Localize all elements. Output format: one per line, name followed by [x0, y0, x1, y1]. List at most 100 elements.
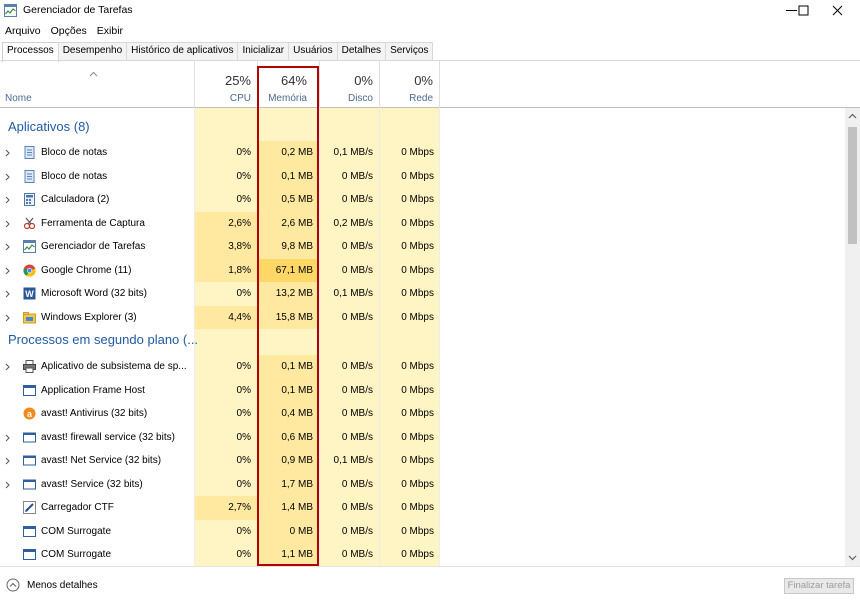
memory-value: 67,1 MB — [275, 264, 313, 276]
process-row[interactable]: Bloco de notas 0% 0,2 MB 0,1 MB/s 0 Mbps — [0, 141, 845, 165]
column-network[interactable]: 0% Rede — [379, 61, 440, 108]
disk-value: 0 MB/s — [341, 194, 373, 205]
scroll-thumb[interactable] — [848, 127, 857, 244]
memory-value: 0,1 MB — [281, 170, 313, 182]
chevron-right-icon[interactable] — [5, 314, 10, 322]
disk-value: 0 MB/s — [341, 525, 373, 537]
cpu-value: 2,6% — [228, 217, 251, 229]
cpu-value: 0% — [236, 478, 251, 490]
network-value: 0 Mbps — [401, 194, 434, 205]
end-task-button[interactable]: Finalizar tarefa — [784, 578, 854, 594]
process-row[interactable]: a avast! Antivirus (32 bits) 0% 0,4 MB 0 MB/… — [0, 402, 845, 426]
cpu-value: 0% — [236, 408, 251, 419]
memory-value: 0,1 MB — [281, 361, 313, 372]
process-name: COM Surrogate — [41, 525, 112, 537]
column-name[interactable]: Nome — [5, 93, 32, 104]
process-row[interactable]: avast! Service (32 bits) 0% 1,7 MB 0 MB/s 0 … — [0, 472, 845, 496]
network-value: 0 Mbps — [401, 361, 434, 372]
tab-historico[interactable]: Histórico de aplicativos — [126, 42, 239, 61]
chevron-right-icon[interactable] — [5, 290, 10, 298]
menu-exibir[interactable]: Exibir — [92, 22, 128, 40]
disk-value: 0 MB/s — [341, 311, 373, 323]
svg-text:W: W — [25, 289, 34, 299]
process-row[interactable]: Google Chrome (11) 1,8% 67,1 MB 0 MB/s 0 Mbp… — [0, 258, 845, 282]
cpu-value: 4,4% — [228, 311, 251, 323]
process-row[interactable]: Aplicativo de subsistema de sp... 0% 0,1 M… — [0, 355, 845, 379]
group-title: Processos em segundo plano (... — [8, 332, 199, 347]
scroll-down-icon[interactable] — [848, 555, 857, 561]
column-cpu[interactable]: 25% CPU — [194, 61, 257, 108]
column-disk[interactable]: 0% Disco — [319, 61, 379, 108]
chevron-right-icon[interactable] — [5, 149, 10, 157]
process-row[interactable]: Gerenciador de Tarefas 3,8% 9,8 MB 0 MB/s 0 … — [0, 235, 845, 259]
menu-opcoes[interactable]: Opções — [46, 22, 92, 40]
process-name: avast! Net Service (32 bits) — [41, 455, 162, 466]
memory-value: 0,4 MB — [281, 408, 313, 419]
close-button[interactable] — [814, 0, 860, 21]
disk-value: 0 MB/s — [341, 431, 373, 443]
disk-label: Disco — [347, 93, 373, 104]
service-icon — [23, 479, 36, 489]
process-list: Aplicativos (8) Bloco de notas 0% 0,2 MB 0,1… — [0, 108, 845, 566]
cpu-value: 2,7% — [228, 502, 251, 513]
menu-arquivo[interactable]: Arquivo — [0, 22, 46, 40]
cpu-value: 0% — [236, 549, 251, 560]
process-row[interactable]: Windows Explorer (3) 4,4% 15,8 MB 0 MB/s 0 M… — [0, 305, 845, 329]
tab-desempenho[interactable]: Desempenho — [57, 42, 128, 61]
disk-value: 0,1 MB/s — [333, 455, 373, 466]
process-row[interactable]: COM Surrogate 0% 1,1 MB 0 MB/s 0 Mbps — [0, 543, 845, 566]
chevron-right-icon[interactable] — [5, 196, 10, 204]
tab-usuarios[interactable]: Usuários — [288, 42, 338, 61]
chevron-right-icon[interactable] — [5, 481, 10, 489]
tab-processos[interactable]: Processos — [2, 42, 59, 62]
column-header: Nome 25% CPU 64% Memória 0% Disco 0% Red… — [0, 61, 860, 108]
chevron-right-icon[interactable] — [5, 220, 10, 228]
cpu-value: 1,8% — [228, 264, 251, 276]
explorer-icon — [23, 311, 36, 323]
process-name: Ferramenta de Captura — [41, 217, 145, 229]
scroll-up-icon[interactable] — [848, 113, 857, 119]
memory-value: 1,1 MB — [281, 549, 313, 560]
process-row[interactable]: COM Surrogate 0% 0 MB 0 MB/s 0 Mbps — [0, 519, 845, 543]
process-name: Windows Explorer (3) — [41, 311, 137, 323]
process-row[interactable]: avast! firewall service (32 bits) 0% 0,6 M… — [0, 425, 845, 449]
process-row[interactable]: Bloco de notas 0% 0,1 MB 0 MB/s 0 Mbps — [0, 164, 845, 188]
less-details-link[interactable]: Menos detalhes — [27, 580, 98, 591]
process-row[interactable]: Application Frame Host 0% 0,1 MB 0 MB/s 0 Mb… — [0, 378, 845, 402]
network-value: 0 Mbps — [401, 478, 434, 490]
process-row[interactable]: Ferramenta de Captura 2,6% 2,6 MB 0,2 MB/s 0… — [0, 211, 845, 235]
process-name: Gerenciador de Tarefas — [41, 241, 146, 252]
tab-detalhes[interactable]: Detalhes — [336, 42, 387, 61]
sort-ascending-icon[interactable] — [89, 71, 98, 77]
chevron-right-icon[interactable] — [5, 457, 10, 465]
cpu-value: 0% — [236, 288, 251, 299]
chevron-right-icon[interactable] — [5, 173, 10, 181]
chevron-right-icon[interactable] — [5, 363, 10, 371]
column-memory[interactable]: 64% Memória — [257, 61, 319, 108]
chevron-right-icon[interactable] — [5, 267, 10, 275]
process-name: Calculadora (2) — [41, 194, 110, 205]
tab-inicializar[interactable]: Inicializar — [237, 42, 290, 61]
group-header[interactable]: Aplicativos (8) — [0, 116, 845, 140]
app-frame-icon — [23, 525, 36, 537]
process-name: Microsoft Word (32 bits) — [41, 288, 147, 299]
tab-servicos[interactable]: Serviços — [385, 42, 434, 61]
printer-icon — [23, 360, 36, 373]
network-value: 0 Mbps — [401, 384, 434, 396]
collapse-details-icon[interactable] — [6, 578, 20, 592]
vertical-scrollbar[interactable] — [845, 108, 860, 566]
process-row[interactable]: Carregador CTF 2,7% 1,4 MB 0 MB/s 0 Mbps — [0, 496, 845, 520]
group-title: Aplicativos (8) — [8, 119, 90, 134]
chevron-right-icon[interactable] — [5, 434, 10, 442]
group-header[interactable]: Processos em segundo plano (... — [0, 329, 845, 353]
chevron-right-icon[interactable] — [5, 243, 10, 251]
cpu-value: 0% — [236, 361, 251, 372]
process-row[interactable]: W Microsoft Word (32 bits) 0% 13,2 MB 0,1 MB… — [0, 282, 845, 306]
menu-bar: Arquivo Opções Exibir — [0, 22, 128, 40]
cpu-value: 3,8% — [228, 241, 251, 252]
memory-label: Memória — [268, 93, 307, 104]
process-row[interactable]: Calculadora (2) 0% 0,5 MB 0 MB/s 0 Mbps — [0, 188, 845, 212]
network-value: 0 Mbps — [401, 170, 434, 182]
disk-value: 0 MB/s — [341, 408, 373, 419]
process-row[interactable]: avast! Net Service (32 bits) 0% 0,9 MB 0,1 … — [0, 449, 845, 473]
